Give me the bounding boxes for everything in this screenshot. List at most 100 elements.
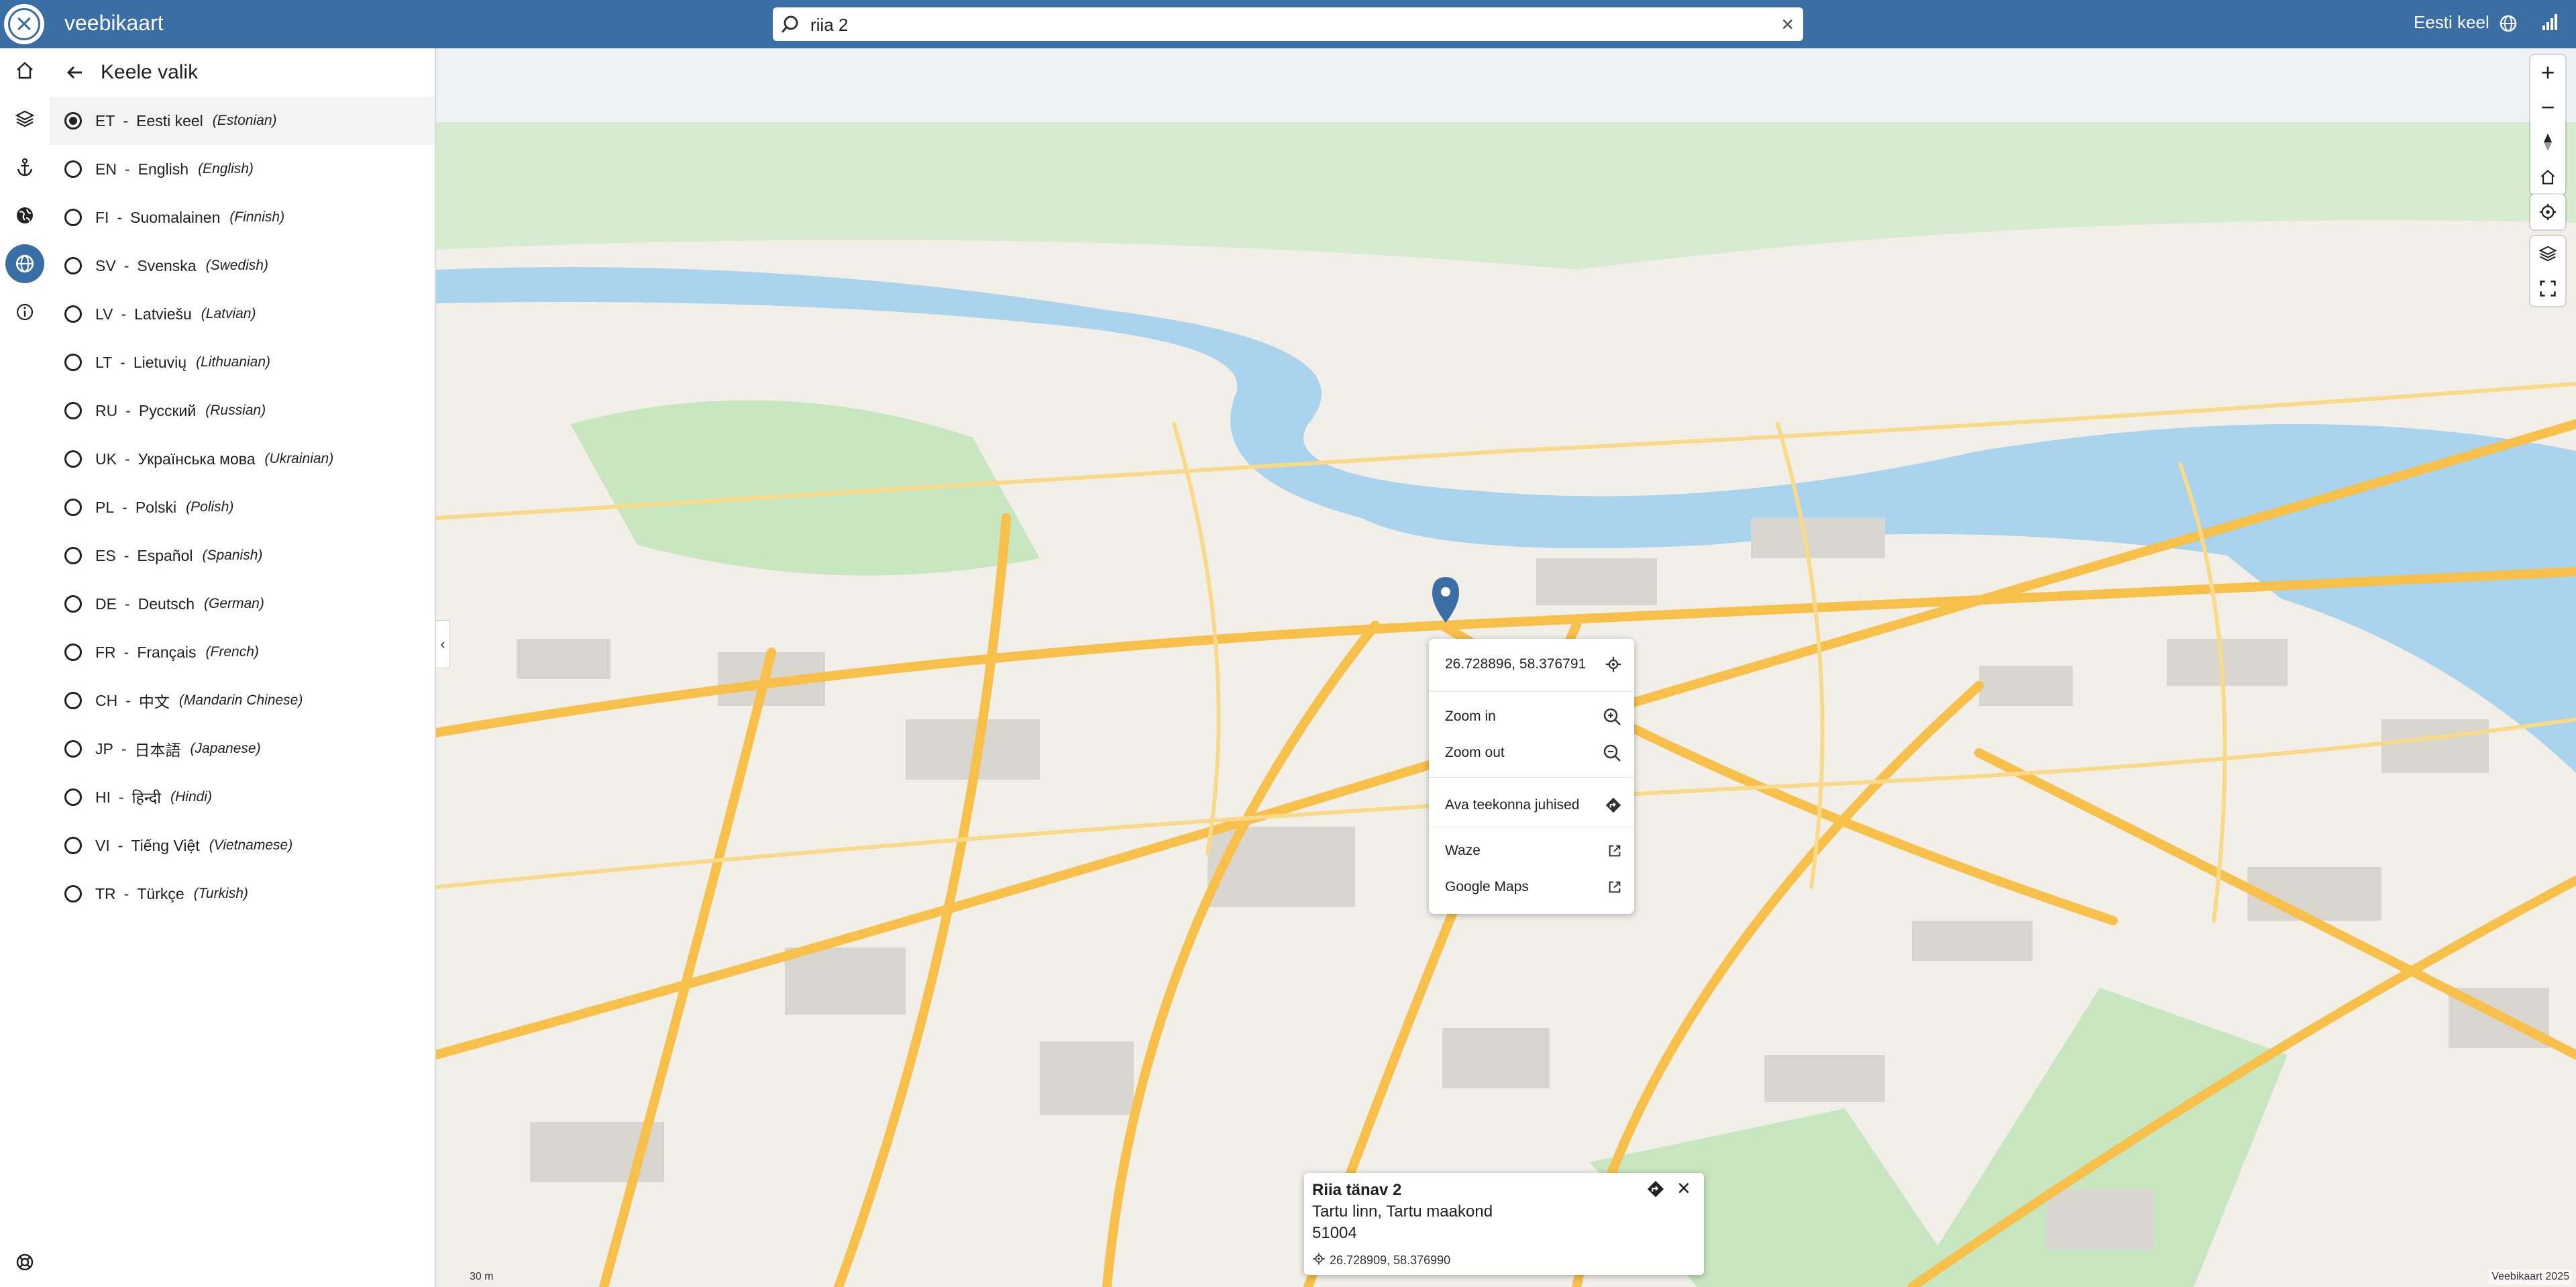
- directions-icon: [1605, 797, 1621, 813]
- language-option-es[interactable]: ES - Español (Spanish): [50, 531, 435, 580]
- language-code: DE: [95, 595, 117, 613]
- language-option-ru[interactable]: RU - Русский (Russian): [50, 387, 435, 435]
- language-button[interactable]: [5, 244, 44, 283]
- radio-button[interactable]: [64, 788, 82, 806]
- anchor-button[interactable]: [5, 148, 44, 187]
- language-option-sv[interactable]: SV - Svenska (Swedish): [50, 242, 435, 290]
- language-english-name: (Swedish): [205, 258, 268, 273]
- language-english-name: (Estonian): [212, 113, 277, 128]
- ctx-google-maps[interactable]: Google Maps: [1445, 874, 1622, 900]
- language-native-name: Latviešu: [134, 305, 192, 323]
- language-native-name: 日本語: [134, 741, 181, 759]
- language-code: PL: [95, 498, 115, 516]
- globe-icon[interactable]: [2498, 13, 2518, 34]
- left-rail: [0, 48, 51, 1287]
- layers-button[interactable]: [5, 99, 44, 138]
- search-box[interactable]: ×: [773, 7, 1803, 42]
- info-button[interactable]: [5, 293, 44, 331]
- language-option-pl[interactable]: PL - Polski (Polish): [50, 483, 435, 531]
- language-option-lt[interactable]: LT - Lietuvių (Lithuanian): [50, 338, 435, 387]
- language-option-de[interactable]: DE - Deutsch (German): [50, 580, 435, 628]
- ctx-zoom-in[interactable]: Zoom in: [1445, 703, 1622, 730]
- zoom-in-button[interactable]: +: [2530, 55, 2565, 90]
- language-option-vi[interactable]: VI - Tiếng Việt (Vietnamese): [50, 821, 435, 870]
- search-clear-button[interactable]: ×: [1781, 13, 1794, 36]
- zoom-out-button[interactable]: −: [2530, 90, 2565, 125]
- separator: -: [123, 546, 129, 564]
- language-option-fi[interactable]: FI - Suomalainen (Finnish): [50, 193, 435, 242]
- language-panel: Keele valik ET - Eesti keel (Estonian) EN - En…: [50, 48, 436, 1287]
- radio-button[interactable]: [64, 305, 82, 323]
- radio-button[interactable]: [64, 112, 82, 130]
- radio-button[interactable]: [64, 209, 82, 226]
- home-icon: [17, 62, 33, 79]
- language-option-et[interactable]: ET - Eesti keel (Estonian): [50, 97, 435, 145]
- help-button[interactable]: [5, 1243, 44, 1282]
- search-icon: [782, 15, 798, 33]
- language-option-ch[interactable]: CH - 中文 (Mandarin Chinese): [50, 676, 435, 725]
- back-arrow-icon[interactable]: [62, 59, 89, 86]
- radio-button[interactable]: [64, 644, 82, 661]
- language-english-name: (Polish): [186, 499, 234, 515]
- panel-header: Keele valik: [50, 48, 435, 97]
- ctx-coordinates[interactable]: 26.728896, 58.376791: [1445, 651, 1622, 678]
- language-option-uk[interactable]: UK - Українська мова (Ukrainian): [50, 435, 435, 483]
- language-option-jp[interactable]: JP - 日本語 (Japanese): [50, 725, 435, 773]
- radio-button[interactable]: [64, 499, 82, 516]
- crosshair-icon: [1605, 656, 1621, 672]
- search-input[interactable]: [809, 7, 1751, 42]
- language-english-name: (French): [205, 644, 259, 660]
- collapse-panel-button[interactable]: ‹: [436, 620, 450, 668]
- language-option-fr[interactable]: FR - Français (French): [50, 628, 435, 676]
- language-option-en[interactable]: EN - English (English): [50, 145, 435, 193]
- language-english-name: (Japanese): [190, 741, 261, 756]
- scale-bar: 30 m: [470, 1271, 494, 1282]
- compass-button[interactable]: [2530, 125, 2565, 160]
- language-option-hi[interactable]: HI - हिन्दी (Hindi): [50, 773, 435, 821]
- language-label[interactable]: Eesti keel: [2414, 12, 2489, 33]
- language-code: RU: [95, 401, 118, 419]
- language-native-name: Русский: [138, 401, 197, 419]
- divider: [1429, 777, 1634, 778]
- radio-button[interactable]: [64, 837, 82, 854]
- crosshair-icon: [2539, 203, 2557, 221]
- panel-title: Keele valik: [101, 61, 199, 83]
- radio-button[interactable]: [64, 160, 82, 178]
- radio-button[interactable]: [64, 885, 82, 903]
- map-layers-button[interactable]: [2530, 236, 2565, 271]
- directions-icon[interactable]: [1646, 1180, 1665, 1198]
- language-option-lv[interactable]: LV - Latviešu (Latvian): [50, 290, 435, 338]
- top-bar: × veebikaart × Eesti keel: [0, 0, 2576, 48]
- home-view-button[interactable]: [2530, 160, 2565, 195]
- radio-button[interactable]: [64, 692, 82, 709]
- world-button[interactable]: [5, 196, 44, 235]
- address-city: Tartu linn, Tartu maakond: [1312, 1202, 1493, 1221]
- globe-alt-icon: [17, 207, 33, 223]
- radio-button[interactable]: [64, 257, 82, 274]
- radio-button[interactable]: [64, 740, 82, 758]
- ctx-waze-label: Waze: [1445, 843, 1481, 858]
- language-native-name: Eesti keel: [136, 111, 203, 130]
- language-english-name: (Hindi): [170, 789, 212, 805]
- ctx-coordinates-label: 26.728896, 58.376791: [1445, 656, 1587, 672]
- fullscreen-button[interactable]: [2530, 271, 2565, 306]
- separator: -: [117, 836, 123, 854]
- separator: -: [125, 401, 131, 419]
- home-button[interactable]: [5, 51, 44, 90]
- close-button[interactable]: ×: [4, 4, 44, 44]
- signal-icon[interactable]: [2540, 12, 2560, 32]
- separator: -: [122, 498, 127, 516]
- ctx-waze[interactable]: Waze: [1445, 837, 1622, 864]
- radio-button[interactable]: [64, 402, 82, 419]
- ctx-zoom-out[interactable]: Zoom out: [1445, 739, 1622, 766]
- language-english-name: (English): [198, 161, 254, 176]
- language-option-tr[interactable]: TR - Türkçe (Turkish): [50, 870, 435, 918]
- language-native-name: Tiếng Việt: [131, 836, 200, 854]
- radio-button[interactable]: [64, 354, 82, 371]
- radio-button[interactable]: [64, 450, 82, 468]
- ctx-directions[interactable]: Ava teekonna juhised: [1445, 792, 1622, 819]
- radio-button[interactable]: [64, 547, 82, 564]
- close-info-button[interactable]: ×: [1677, 1177, 1690, 1200]
- radio-button[interactable]: [64, 595, 82, 613]
- locate-button[interactable]: [2530, 195, 2565, 229]
